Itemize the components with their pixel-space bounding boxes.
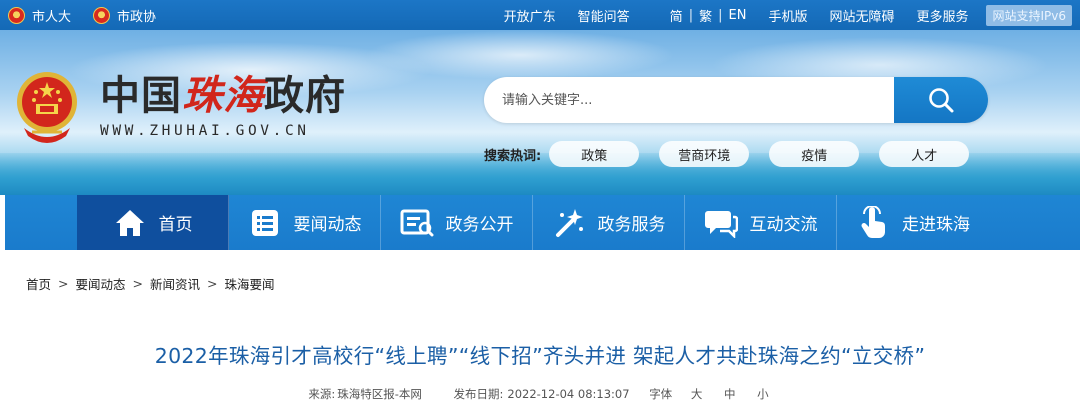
header-banner: 中国珠海政府 WWW.ZHUHAI.GOV.CN 搜索热词: 政策 营商环境 疫… (0, 30, 1080, 195)
news-list-icon (248, 206, 282, 240)
cppcc-emblem-icon (93, 6, 111, 24)
open-guangdong-link[interactable]: 开放广东 (504, 6, 556, 25)
hot-words-label: 搜索热词: (484, 148, 542, 164)
breadcrumb-separator: > (58, 276, 69, 291)
hot-words: 搜索热词: 政策 营商环境 疫情 人才 (484, 141, 989, 167)
nav-services-label: 政务服务 (597, 215, 666, 235)
npc-link[interactable]: 市人大 (8, 6, 71, 25)
article-title: 2022年珠海引才高校行“线上聘”“线下招”齐头并进 架起人才共赴珠海之约“立交… (154, 344, 926, 368)
lang-divider: | (718, 7, 723, 23)
national-emblem-icon (17, 72, 77, 143)
nav-home-label: 首页 (158, 215, 193, 235)
article-source: 珠海特区报-本网 (337, 387, 422, 401)
nav-public-info-label: 政务公开 (445, 215, 514, 235)
font-size-medium[interactable]: 中 (724, 387, 736, 401)
nav-public-info[interactable]: 政务公开 (381, 195, 533, 250)
mobile-version-link[interactable]: 手机版 (768, 6, 807, 25)
accessibility-link[interactable]: 网站无障碍 (829, 6, 894, 25)
breadcrumb-zhuhai-news[interactable]: 珠海要闻 (225, 274, 275, 293)
search-input[interactable] (502, 77, 892, 123)
search-icon (929, 88, 954, 113)
lang-traditional[interactable]: 繁 (699, 6, 712, 25)
nav-home[interactable]: 首页 (77, 195, 229, 250)
breadcrumb-news[interactable]: 要闻动态 (76, 274, 126, 293)
public-info-icon (400, 206, 434, 240)
logo-city: 珠海 (182, 72, 264, 119)
article-date: 2022-12-04 08:13:07 (507, 387, 630, 401)
font-size-small[interactable]: 小 (757, 387, 769, 401)
chat-icon (704, 206, 738, 240)
nav-interaction-label: 互动交流 (749, 215, 818, 235)
source-label: 来源: (308, 387, 336, 401)
breadcrumb: 首页 > 要闻动态 > 新闻资讯 > 珠海要闻 (26, 274, 275, 293)
logo-suffix: 政府 (264, 72, 346, 119)
site-url: WWW.ZHUHAI.GOV.CN (100, 123, 310, 139)
nav-news[interactable]: 要闻动态 (229, 195, 381, 250)
home-icon (113, 206, 147, 240)
npc-link-label: 市人大 (32, 9, 72, 25)
site-logo-title[interactable]: 中国珠海政府 (100, 74, 346, 118)
article-meta: 来源: 珠海特区报-本网 发布日期: 2022-12-04 08:13:07 字体 … (0, 386, 1080, 402)
nav-news-label: 要闻动态 (293, 215, 362, 235)
lang-english[interactable]: EN (728, 8, 746, 23)
hot-word-epidemic[interactable]: 疫情 (769, 141, 860, 167)
main-nav: 首页 要闻动态 政务公开 政务服务 互动交流 走进珠海 (5, 195, 1080, 250)
cppcc-link[interactable]: 市政协 (93, 6, 156, 25)
top-right-links: 开放广东 智能问答 简 | 繁 | EN 手机版 网站无障碍 更多服务 网站支持… (482, 0, 1072, 30)
nav-about-zhuhai[interactable]: 走进珠海 (837, 195, 989, 250)
date-label: 发布日期: (453, 387, 504, 401)
font-size-large[interactable]: 大 (691, 387, 703, 401)
top-left-links: 市人大 市政协 (8, 0, 178, 30)
ipv6-badge: 网站支持IPv6 (986, 4, 1072, 26)
breadcrumb-home[interactable]: 首页 (26, 274, 51, 293)
search-button[interactable] (894, 77, 988, 123)
hot-word-policy[interactable]: 政策 (549, 141, 640, 167)
top-bar: 市人大 市政协 开放广东 智能问答 简 | 繁 | EN 手机版 网站无障碍 更… (0, 0, 1080, 30)
nav-services[interactable]: 政务服务 (533, 195, 685, 250)
hot-word-business-env[interactable]: 营商环境 (659, 141, 750, 167)
emblem-icon (8, 6, 25, 24)
search-box (484, 77, 988, 123)
more-services-link[interactable]: 更多服务 (916, 6, 968, 25)
service-magic-icon (552, 206, 586, 240)
breadcrumb-separator: > (207, 276, 218, 291)
nav-about-zhuhai-label: 走进珠海 (902, 215, 970, 235)
font-size-label: 字体 (649, 387, 673, 401)
breadcrumb-separator: > (132, 276, 143, 291)
smart-qa-link[interactable]: 智能问答 (578, 6, 630, 25)
lang-divider: | (688, 7, 694, 23)
nav-interaction[interactable]: 互动交流 (685, 195, 837, 250)
cppcc-link-label: 市政协 (117, 9, 157, 25)
hot-word-talent[interactable]: 人才 (879, 141, 970, 167)
breadcrumb-news-info[interactable]: 新闻资讯 (150, 274, 200, 293)
logo-prefix: 中国 (100, 72, 182, 119)
touch-hand-icon (856, 205, 890, 240)
lang-simplified[interactable]: 简 (670, 6, 683, 25)
language-switcher: 简 | 繁 | EN (670, 6, 747, 25)
